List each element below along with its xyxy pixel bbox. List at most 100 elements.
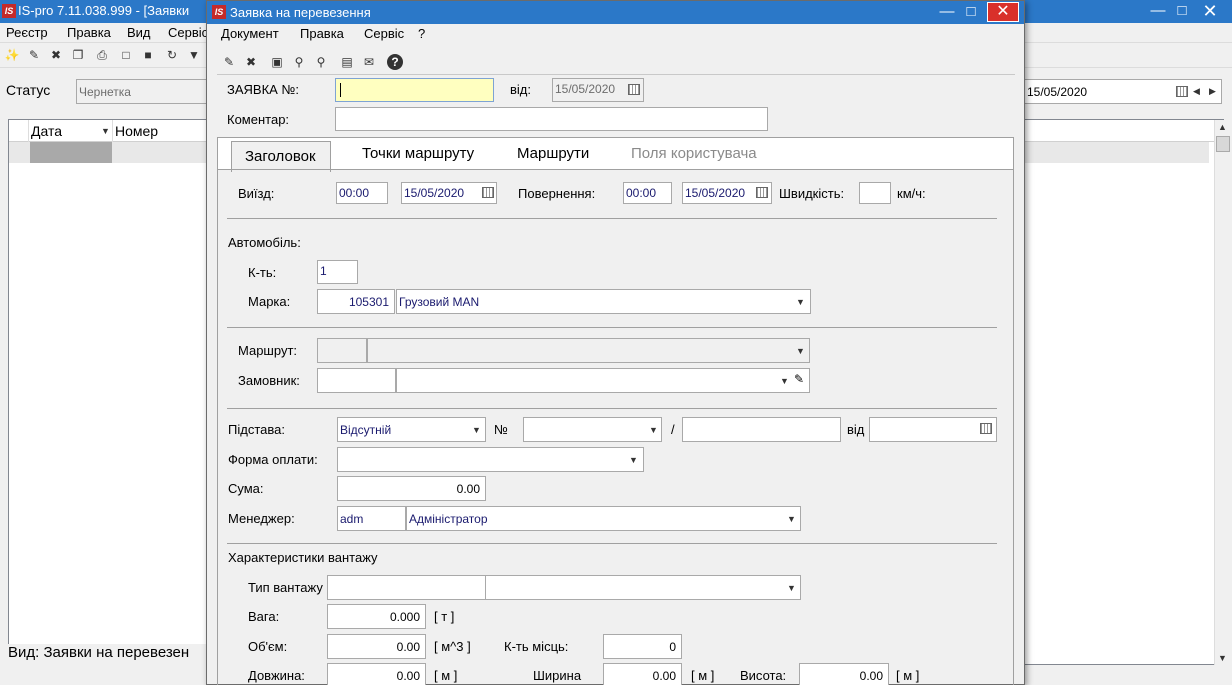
chevron-down-icon[interactable]: ▼ bbox=[649, 425, 658, 435]
speed-label: Швидкість: bbox=[779, 186, 845, 201]
cargo-type-code-input[interactable] bbox=[327, 575, 486, 600]
weight-input[interactable]: 0.000 bbox=[327, 604, 426, 629]
menu-service[interactable]: Сервіс bbox=[364, 26, 404, 41]
comment-label: Коментар: bbox=[227, 112, 290, 127]
dialog-maximize-icon[interactable]: □ bbox=[959, 2, 983, 22]
main-date-value: 15/05/2020 bbox=[1027, 85, 1088, 99]
minimize-icon[interactable]: — bbox=[1146, 1, 1170, 21]
find-next-icon[interactable]: ⚲ bbox=[313, 54, 329, 70]
comment-input[interactable] bbox=[335, 107, 768, 131]
cargo-type-select[interactable] bbox=[485, 575, 801, 600]
menu-view[interactable]: Вид bbox=[127, 25, 151, 40]
document-icon[interactable]: ▤ bbox=[339, 54, 355, 70]
chevron-down-icon[interactable]: ▼ bbox=[787, 583, 796, 593]
search-icon[interactable]: ⚲ bbox=[291, 54, 307, 70]
calendar-icon[interactable] bbox=[482, 187, 494, 198]
save-icon[interactable]: ▣ bbox=[269, 54, 285, 70]
tab-header[interactable]: Заголовок bbox=[231, 141, 331, 172]
menu-registry[interactable]: Реєстр bbox=[6, 25, 48, 40]
column-date[interactable]: Дата bbox=[31, 123, 62, 139]
app-logo: IS bbox=[2, 4, 16, 18]
departure-time-input[interactable]: 00:00 bbox=[336, 182, 388, 204]
chevron-down-icon[interactable]: ▼ bbox=[787, 514, 796, 524]
basis-number-suffix-input[interactable] bbox=[682, 417, 841, 442]
new-icon[interactable]: ✨ bbox=[4, 47, 20, 63]
weight-label: Вага: bbox=[248, 609, 280, 624]
copy-icon[interactable]: ❐ bbox=[70, 47, 86, 63]
route-code-input bbox=[317, 338, 367, 363]
return-time-input[interactable]: 00:00 bbox=[623, 182, 672, 204]
edit-icon[interactable]: ✎ bbox=[221, 54, 237, 70]
basis-date-input[interactable] bbox=[869, 417, 997, 442]
basis-select[interactable]: Відсутній bbox=[337, 417, 486, 442]
delete-icon[interactable]: ✖ bbox=[243, 54, 259, 70]
tab-user-fields[interactable]: Поля користувача bbox=[631, 145, 757, 162]
calendar-icon[interactable] bbox=[756, 187, 768, 198]
menu-help[interactable]: ? bbox=[418, 26, 425, 41]
cargo-section-label: Характеристики вантажу bbox=[228, 550, 378, 565]
menu-document[interactable]: Документ bbox=[221, 26, 279, 41]
chevron-down-icon[interactable]: ▼ bbox=[796, 297, 805, 307]
request-number-input[interactable] bbox=[335, 78, 494, 102]
payment-select[interactable] bbox=[337, 447, 644, 472]
status-field[interactable]: Чернетка bbox=[76, 79, 210, 104]
chevron-down-icon[interactable]: ▼ bbox=[472, 425, 481, 435]
stack-icon[interactable]: ■ bbox=[140, 47, 156, 63]
filter-icon[interactable]: ▼ bbox=[186, 47, 202, 63]
sum-input[interactable]: 0.00 bbox=[337, 476, 486, 501]
tab-route-points[interactable]: Точки маршруту bbox=[362, 145, 474, 162]
tab-routes[interactable]: Маршрути bbox=[517, 145, 589, 162]
package-icon[interactable]: □ bbox=[118, 47, 134, 63]
pencil-icon[interactable]: ✎ bbox=[794, 372, 804, 386]
edit-icon[interactable]: ✎ bbox=[26, 47, 42, 63]
dialog-minimize-icon[interactable]: — bbox=[935, 2, 959, 22]
chevron-down-icon[interactable]: ▼ bbox=[629, 455, 638, 465]
grid-row-header bbox=[9, 120, 29, 142]
manager-code-input[interactable]: adm bbox=[337, 506, 406, 531]
quantity-input[interactable]: 1 bbox=[317, 260, 358, 284]
delete-icon[interactable]: ✖ bbox=[48, 47, 64, 63]
height-label: Висота: bbox=[740, 668, 787, 683]
height-input[interactable]: 0.00 bbox=[799, 663, 889, 685]
column-number[interactable]: Номер bbox=[115, 123, 158, 139]
departure-label: Виїзд: bbox=[238, 186, 275, 201]
basis-number-select[interactable] bbox=[523, 417, 662, 442]
length-input[interactable]: 0.00 bbox=[327, 663, 426, 685]
menu-edit[interactable]: Правка bbox=[300, 26, 344, 41]
help-icon[interactable]: ? bbox=[387, 54, 403, 70]
calendar-icon[interactable] bbox=[980, 423, 992, 434]
customer-code-input[interactable] bbox=[317, 368, 396, 393]
maximize-icon[interactable]: □ bbox=[1170, 1, 1194, 21]
scroll-thumb[interactable] bbox=[1216, 136, 1230, 152]
length-unit: [ м ] bbox=[434, 668, 458, 683]
mail-icon[interactable]: ✉ bbox=[361, 54, 377, 70]
width-unit: [ м ] bbox=[691, 668, 715, 683]
prev-arrow-icon[interactable]: ◀ bbox=[1193, 86, 1200, 97]
menu-edit[interactable]: Правка bbox=[67, 25, 111, 40]
customer-select[interactable] bbox=[396, 368, 810, 393]
calendar-icon[interactable] bbox=[628, 84, 640, 95]
refresh-icon[interactable]: ↻ bbox=[164, 47, 180, 63]
chevron-down-icon[interactable]: ▼ bbox=[780, 376, 789, 386]
print-icon[interactable]: ⎙ bbox=[94, 47, 110, 63]
scroll-down-icon[interactable]: ▼ bbox=[1218, 653, 1227, 663]
scroll-up-icon[interactable]: ▲ bbox=[1218, 122, 1227, 132]
places-input[interactable]: 0 bbox=[603, 634, 682, 659]
next-arrow-icon[interactable]: ▶ bbox=[1209, 86, 1216, 97]
column-divider bbox=[112, 120, 113, 142]
width-input[interactable]: 0.00 bbox=[603, 663, 682, 685]
selected-cell[interactable] bbox=[30, 142, 112, 163]
brand-code-input[interactable]: 105301 bbox=[317, 289, 395, 314]
sort-down-icon[interactable]: ▼ bbox=[101, 126, 110, 136]
close-icon[interactable]: ✕ bbox=[1198, 1, 1222, 21]
manager-select[interactable]: Адміністратор bbox=[406, 506, 801, 531]
brand-label: Марка: bbox=[248, 294, 291, 309]
calendar-icon[interactable] bbox=[1176, 86, 1188, 97]
volume-input[interactable]: 0.00 bbox=[327, 634, 426, 659]
places-label: К-ть місць: bbox=[504, 639, 569, 654]
brand-name-select[interactable]: Грузовий MAN bbox=[396, 289, 811, 314]
speed-input[interactable] bbox=[859, 182, 891, 204]
menu-service[interactable]: Сервіс bbox=[168, 25, 208, 40]
vertical-scrollbar[interactable]: ▲ ▼ bbox=[1214, 120, 1230, 665]
dialog-close-button[interactable]: ✕ bbox=[987, 2, 1019, 22]
